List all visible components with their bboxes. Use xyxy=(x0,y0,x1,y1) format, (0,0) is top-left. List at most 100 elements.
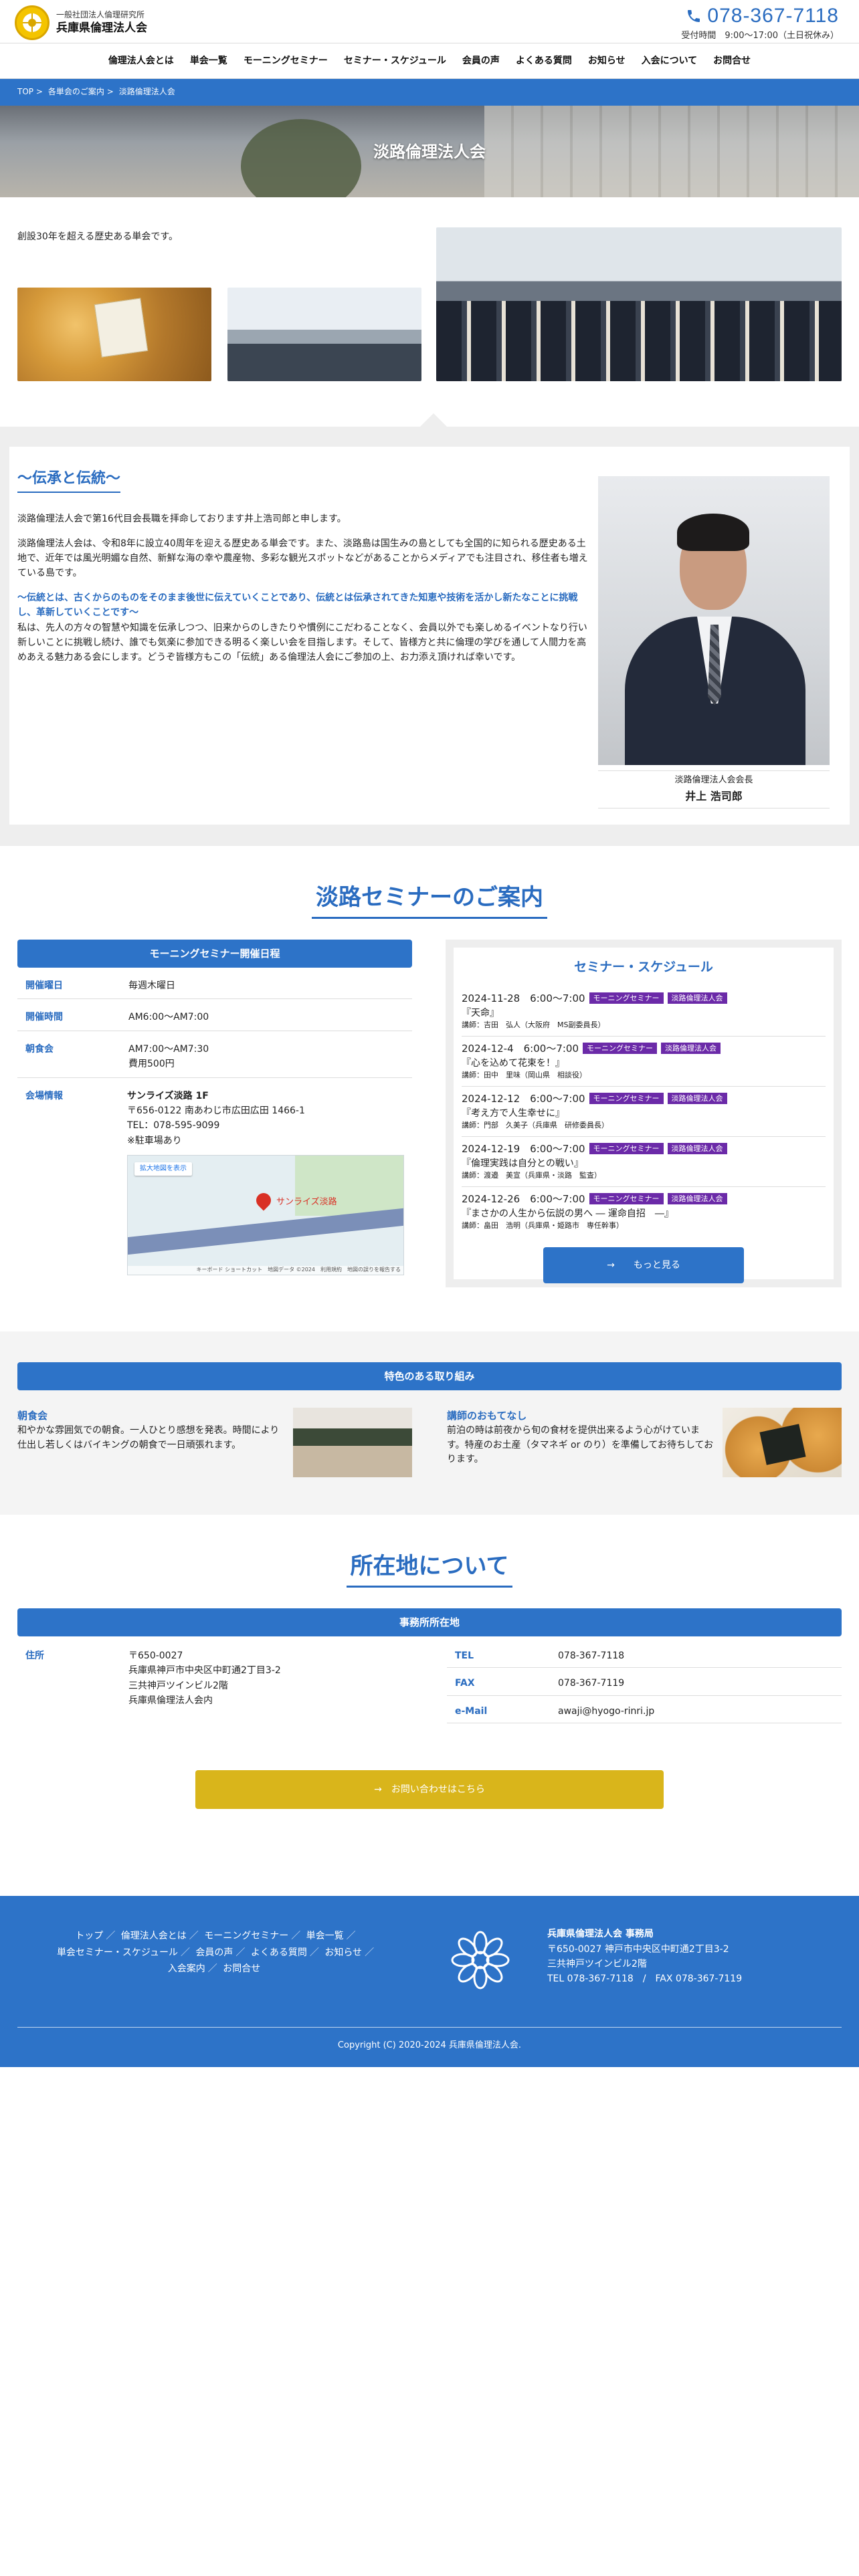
footer-addr2: 三共神戸ツインビル2階 xyxy=(547,1958,647,1969)
office-title: 事務所所在地 xyxy=(17,1608,842,1636)
feature-text: 和やかな雰囲気での朝食。一人ひとり感想を発表。時間により仕出し若しくはバイキング… xyxy=(17,1425,280,1451)
map-road xyxy=(128,1206,403,1257)
nav-schedule[interactable]: セミナー・スケジュール xyxy=(344,53,446,68)
header-tel[interactable]: 078-367-7118 xyxy=(681,0,839,32)
map-footer: キーボード ショートカット 地図データ ©2024 利用規約 地図の誤りを報告す… xyxy=(128,1266,403,1275)
schedule-lecturer: 講師：吉田 弘人（大阪府 MS副委員長） xyxy=(462,1021,605,1030)
seminar-area: モーニングセミナー開催日程 開催曜日 毎週木曜日 開催時間 AM6:00〜AM7… xyxy=(0,940,859,1294)
info-key: 開催時間 xyxy=(25,1012,63,1023)
section-pointer xyxy=(419,413,448,428)
schedule-date: 2024-12-19 6:00〜7:00 xyxy=(462,1143,585,1156)
location-section: 事務所所在地 住所 〒650-0027 兵庫県神戸市中央区中町通2丁目3-2 三… xyxy=(17,1608,842,1810)
office-tel[interactable]: 078-367-7118 xyxy=(558,1648,624,1663)
schedule-lecturer: 講師：田中 里味（岡山県 相談役） xyxy=(462,1071,587,1080)
page-bottom-space xyxy=(0,2067,859,2389)
seminar-info-title: モーニングセミナー開催日程 xyxy=(17,940,412,968)
more-schedule-button[interactable]: → もっと見る xyxy=(543,1247,744,1284)
tag-branch: 淡路倫理法人会 xyxy=(667,992,727,1004)
seminar-title: 淡路セミナーのご案内 xyxy=(312,879,547,920)
logo-title: 兵庫県倫理法人会 xyxy=(56,21,147,35)
info-row-venue: 会場情報 サンライズ淡路 1F 〒656-0122 南あわじ市広田広田 1466… xyxy=(17,1078,412,1281)
contact-button[interactable]: → お問い合わせはこちら xyxy=(195,1770,664,1810)
feature-text: 前泊の時は前夜から旬の食材を提供出来るよう心がけています。特産のお土産（タマネギ… xyxy=(447,1425,714,1465)
footer-link-branches[interactable]: 単会一覧 xyxy=(306,1931,344,1941)
office-fax-row: FAX 078-367-7119 xyxy=(447,1668,842,1696)
office-address: 〒650-0027 兵庫県神戸市中央区中町通2丁目3-2 三共神戸ツインビル2階… xyxy=(128,1648,281,1709)
footer-link-faq[interactable]: よくある質問 xyxy=(251,1947,307,1958)
site-logo[interactable]: 一般社団法人倫理研究所 兵庫県倫理法人会 xyxy=(15,5,147,40)
reception-hours: 受付時間 9:00〜17:00（土日祝休み） xyxy=(681,31,839,41)
venue-parking: ※駐車場あり xyxy=(127,1135,182,1146)
venue-address: 〒656-0122 南あわじ市広田広田 1466-1 xyxy=(127,1105,305,1116)
breadcrumb-branches[interactable]: 各単会のご案内 > xyxy=(48,86,114,98)
schedule-title: セミナー・スケジュール xyxy=(574,960,713,974)
breakfast-photo xyxy=(293,1408,412,1477)
message-section: 〜伝承と伝統〜 淡路倫理法人会で第16代目会長職を拝命しております井上浩司郎と申… xyxy=(0,413,859,846)
schedule-topic: 『心を込めて花束を！』 xyxy=(462,1058,565,1069)
footer-nav: トップ／ 倫理法人会とは／ モーニングセミナー／ 単会一覧／ 単会セミナー・スケ… xyxy=(56,1931,375,1975)
footer-link-schedule[interactable]: 単会セミナー・スケジュール xyxy=(57,1947,178,1958)
schedule-item[interactable]: 2024-12-12 6:00〜7:00 モーニングセミナー 淡路倫理法人会 『考え… xyxy=(462,1087,826,1138)
footer-link-contact[interactable]: お問合せ xyxy=(223,1963,260,1974)
nav-voices[interactable]: 会員の声 xyxy=(462,53,500,68)
nav-faq[interactable]: よくある質問 xyxy=(516,53,572,68)
map-enlarge-button[interactable]: 拡大地図を表示 xyxy=(134,1162,192,1176)
schedule-lecturer: 講師：畠田 浩明（兵庫県・姫路市 専任幹事） xyxy=(462,1221,624,1230)
nav-morning-seminar[interactable]: モーニングセミナー xyxy=(244,53,328,68)
schedule-item[interactable]: 2024-11-28 6:00〜7:00 モーニングセミナー 淡路倫理法人会 『天命… xyxy=(462,986,826,1037)
message-heading: 〜伝承と伝統〜 xyxy=(17,467,121,494)
schedule-topic: 『考え方で人生幸せに』 xyxy=(462,1108,565,1119)
address-line: 兵庫県神戸市中央区中町通2丁目3-2 xyxy=(128,1665,281,1677)
schedule-item[interactable]: 2024-12-26 6:00〜7:00 モーニングセミナー 淡路倫理法人会 『まさ… xyxy=(462,1187,826,1237)
location-title: 所在地について xyxy=(346,1548,513,1588)
info-value: AM6:00〜AM7:00 xyxy=(128,1012,209,1023)
footer-link-morning[interactable]: モーニングセミナー xyxy=(204,1931,288,1941)
schedule-item[interactable]: 2024-12-19 6:00〜7:00 モーニングセミナー 淡路倫理法人会 『倫理… xyxy=(462,1137,826,1188)
nav-branches[interactable]: 単会一覧 xyxy=(190,53,227,68)
breakfast-fee: 費用500円 xyxy=(128,1059,175,1070)
office-fax: 078-367-7119 xyxy=(558,1678,625,1689)
seminar-title-wrap: 淡路セミナーのご案内 xyxy=(0,879,859,940)
features-section: 特色のある取り組み 朝食会 和やかな雰囲気での朝食。一人ひとり感想を発表。時間に… xyxy=(0,1331,859,1515)
nav-contact[interactable]: お問合せ xyxy=(713,53,751,68)
emblem-icon xyxy=(15,5,50,40)
message-p4: 私は、先人の方々の智慧や知識を伝承しつつ、旧来からのしきたりや慣例にこだわること… xyxy=(17,622,587,663)
nav-join[interactable]: 入会について xyxy=(642,53,698,68)
map-pin-label: サンライズ淡路 xyxy=(276,1197,337,1208)
breadcrumb-top[interactable]: TOP > xyxy=(17,86,43,98)
office-right: TEL 078-367-7118 FAX 078-367-7119 e-Mail… xyxy=(447,1640,842,1724)
office-key: 住所 xyxy=(25,1650,44,1661)
features-row: 朝食会 和やかな雰囲気での朝食。一人ひとり感想を発表。時間により仕出し若しくはバ… xyxy=(17,1408,842,1477)
footer-link-about[interactable]: 倫理法人会とは xyxy=(121,1931,187,1941)
schedule-lecturer: 講師：渡邉 美宣（兵庫県・淡路 監査） xyxy=(462,1171,601,1180)
footer-link-join[interactable]: 入会案内 xyxy=(168,1963,205,1974)
venue-map[interactable]: 拡大地図を表示 サンライズ淡路 キーボード ショートカット 地図データ ©202… xyxy=(127,1155,404,1276)
info-row-time: 開催時間 AM6:00〜AM7:00 xyxy=(17,999,412,1031)
info-key: 朝食会 xyxy=(25,1043,54,1055)
tag-morning-seminar: モーニングセミナー xyxy=(589,1093,664,1105)
tag-morning-seminar: モーニングセミナー xyxy=(589,1193,664,1205)
schedule-date: 2024-12-26 6:00〜7:00 xyxy=(462,1193,585,1206)
tag-morning-seminar: モーニングセミナー xyxy=(589,1143,664,1155)
footer-divider xyxy=(17,2027,842,2028)
schedule-card: セミナー・スケジュール 2024-11-28 6:00〜7:00 モーニングセミナ… xyxy=(454,948,834,1284)
footer-link-news[interactable]: お知らせ xyxy=(324,1947,362,1958)
souvenir-photo xyxy=(723,1408,842,1477)
office-address-row: 住所 〒650-0027 兵庫県神戸市中央区中町通2丁目3-2 三共神戸ツインビ… xyxy=(17,1640,412,1713)
nav-about[interactable]: 倫理法人会とは xyxy=(108,53,174,68)
schedule-date: 2024-12-4 6:00〜7:00 xyxy=(462,1043,579,1055)
president-portrait xyxy=(598,476,830,765)
schedule-date: 2024-12-12 6:00〜7:00 xyxy=(462,1093,585,1105)
global-nav: 倫理法人会とは 単会一覧 モーニングセミナー セミナー・スケジュール 会員の声 … xyxy=(0,43,859,79)
office-grid: 住所 〒650-0027 兵庫県神戸市中央区中町通2丁目3-2 三共神戸ツインビ… xyxy=(17,1640,842,1724)
footer-link-top[interactable]: トップ xyxy=(75,1931,103,1941)
features-title: 特色のある取り組み xyxy=(17,1362,842,1390)
footer-link-voices[interactable]: 会員の声 xyxy=(195,1947,233,1958)
schedule-item[interactable]: 2024-12-4 6:00〜7:00 モーニングセミナー 淡路倫理法人会 『心を込… xyxy=(462,1037,826,1087)
office-left: 住所 〒650-0027 兵庫県神戸市中央区中町通2丁目3-2 三共神戸ツインビ… xyxy=(17,1640,412,1723)
message-p2: 淡路倫理法人会は、令和8年に設立40周年を迎える歴史ある単会です。また、淡路島は… xyxy=(17,538,588,579)
address-line: 三共神戸ツインビル2階 xyxy=(128,1680,228,1691)
office-email[interactable]: awaji@hyogo-rinri.jp xyxy=(558,1704,654,1719)
tag-branch: 淡路倫理法人会 xyxy=(661,1043,721,1055)
nav-news[interactable]: お知らせ xyxy=(588,53,626,68)
